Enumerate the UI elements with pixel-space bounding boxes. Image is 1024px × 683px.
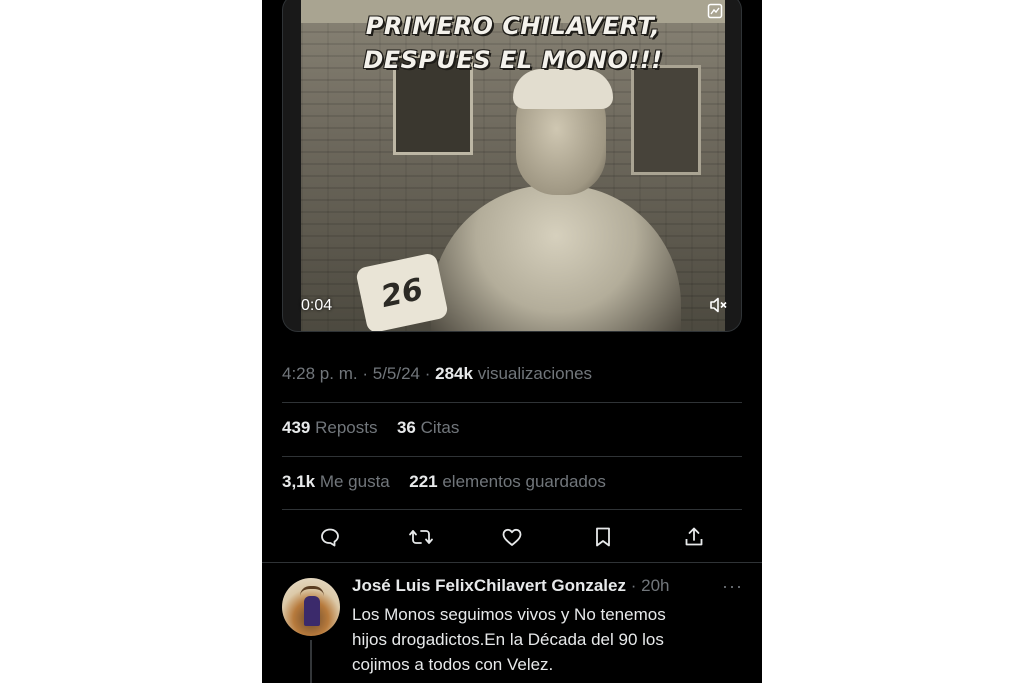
bookmark-button[interactable] <box>588 522 618 552</box>
reply-author-name[interactable]: José Luis FelixChilavert Gonzalez <box>352 576 626 595</box>
quotes-stat[interactable]: 36 Citas <box>397 418 459 437</box>
bookmarks-count: 221 <box>409 472 438 491</box>
meta-separator: · <box>362 364 373 383</box>
reply-time[interactable]: 20h <box>641 576 669 595</box>
video-player[interactable]: 26 PRIMERO CHILAVERT, DESPUES EL MONO!!!… <box>282 0 742 332</box>
reply-text: Los Monos seguimos vivos y No tenemos hi… <box>352 602 742 677</box>
reposts-quotes-row: 439 Reposts 36 Citas <box>282 418 459 438</box>
more-options-icon[interactable]: ··· <box>722 576 743 597</box>
views-count: 284k <box>435 364 473 383</box>
likes-stat[interactable]: 3,1k Me gusta <box>282 472 395 491</box>
thread-line <box>310 640 312 683</box>
reply-button[interactable] <box>315 522 345 552</box>
reply-text-line: hijos drogadictos.En la Década del 90 lo… <box>352 630 664 649</box>
video-person-coat <box>431 185 681 331</box>
divider <box>282 509 742 510</box>
video-caption: PRIMERO CHILAVERT, DESPUES EL MONO!!! <box>301 9 725 77</box>
avatar-figure-arms <box>300 586 324 596</box>
reply-icon <box>321 528 339 547</box>
bookmarks-stat[interactable]: 221 elementos guardados <box>409 472 606 491</box>
like-icon <box>502 528 522 546</box>
repost-icon <box>409 530 433 544</box>
post-timestamp-views: 4:28 p. m. · 5/5/24 · 284k visualizacion… <box>282 364 592 384</box>
meta-separator: · <box>424 364 436 383</box>
video-elapsed-time: 0:04 <box>301 297 333 314</box>
divider <box>282 402 742 403</box>
divider <box>282 456 742 457</box>
likes-label: Me gusta <box>319 472 390 491</box>
reposts-count: 439 <box>282 418 311 437</box>
avatar-figure <box>304 596 320 626</box>
action-bar <box>282 522 742 552</box>
tweet-detail-view: 26 PRIMERO CHILAVERT, DESPUES EL MONO!!!… <box>262 0 762 683</box>
like-button[interactable] <box>497 522 527 552</box>
reply-text-line: cojimos a todos con Velez. <box>352 655 554 674</box>
reply-post[interactable]: José Luis FelixChilavert Gonzalez · 20h … <box>262 562 762 683</box>
post-date[interactable]: 5/5/24 <box>373 364 420 383</box>
reply-header: José Luis FelixChilavert Gonzalez · 20h <box>352 576 670 596</box>
repost-button[interactable] <box>406 522 436 552</box>
video-person <box>421 69 681 331</box>
gif-badge-icon <box>707 3 723 19</box>
microphone-channel-label: 26 <box>377 271 427 315</box>
reply-separator: · <box>630 576 637 595</box>
likes-bookmarks-row: 3,1k Me gusta 221 elementos guardados <box>282 472 606 492</box>
video-caption-line2: DESPUES EL MONO!!! <box>363 46 663 74</box>
quotes-count: 36 <box>396 418 416 437</box>
post-time[interactable]: 4:28 p. m. <box>282 364 358 383</box>
share-icon <box>685 527 703 546</box>
share-button[interactable] <box>679 522 709 552</box>
bookmark-icon <box>596 527 610 547</box>
video-caption-line1: PRIMERO CHILAVERT, <box>365 12 661 40</box>
reposts-stat[interactable]: 439 Reposts <box>282 418 382 437</box>
likes-count: 3,1k <box>282 472 316 491</box>
video-frame: 26 PRIMERO CHILAVERT, DESPUES EL MONO!!! <box>301 0 725 331</box>
avatar[interactable] <box>282 578 340 636</box>
reply-text-line: Los Monos seguimos vivos y No tenemos <box>352 605 666 624</box>
views-label: visualizaciones <box>477 364 593 383</box>
quotes-label: Citas <box>420 418 460 437</box>
reposts-label: Reposts <box>315 418 378 437</box>
bookmarks-label: elementos guardados <box>442 472 606 491</box>
mute-icon[interactable] <box>708 295 728 315</box>
